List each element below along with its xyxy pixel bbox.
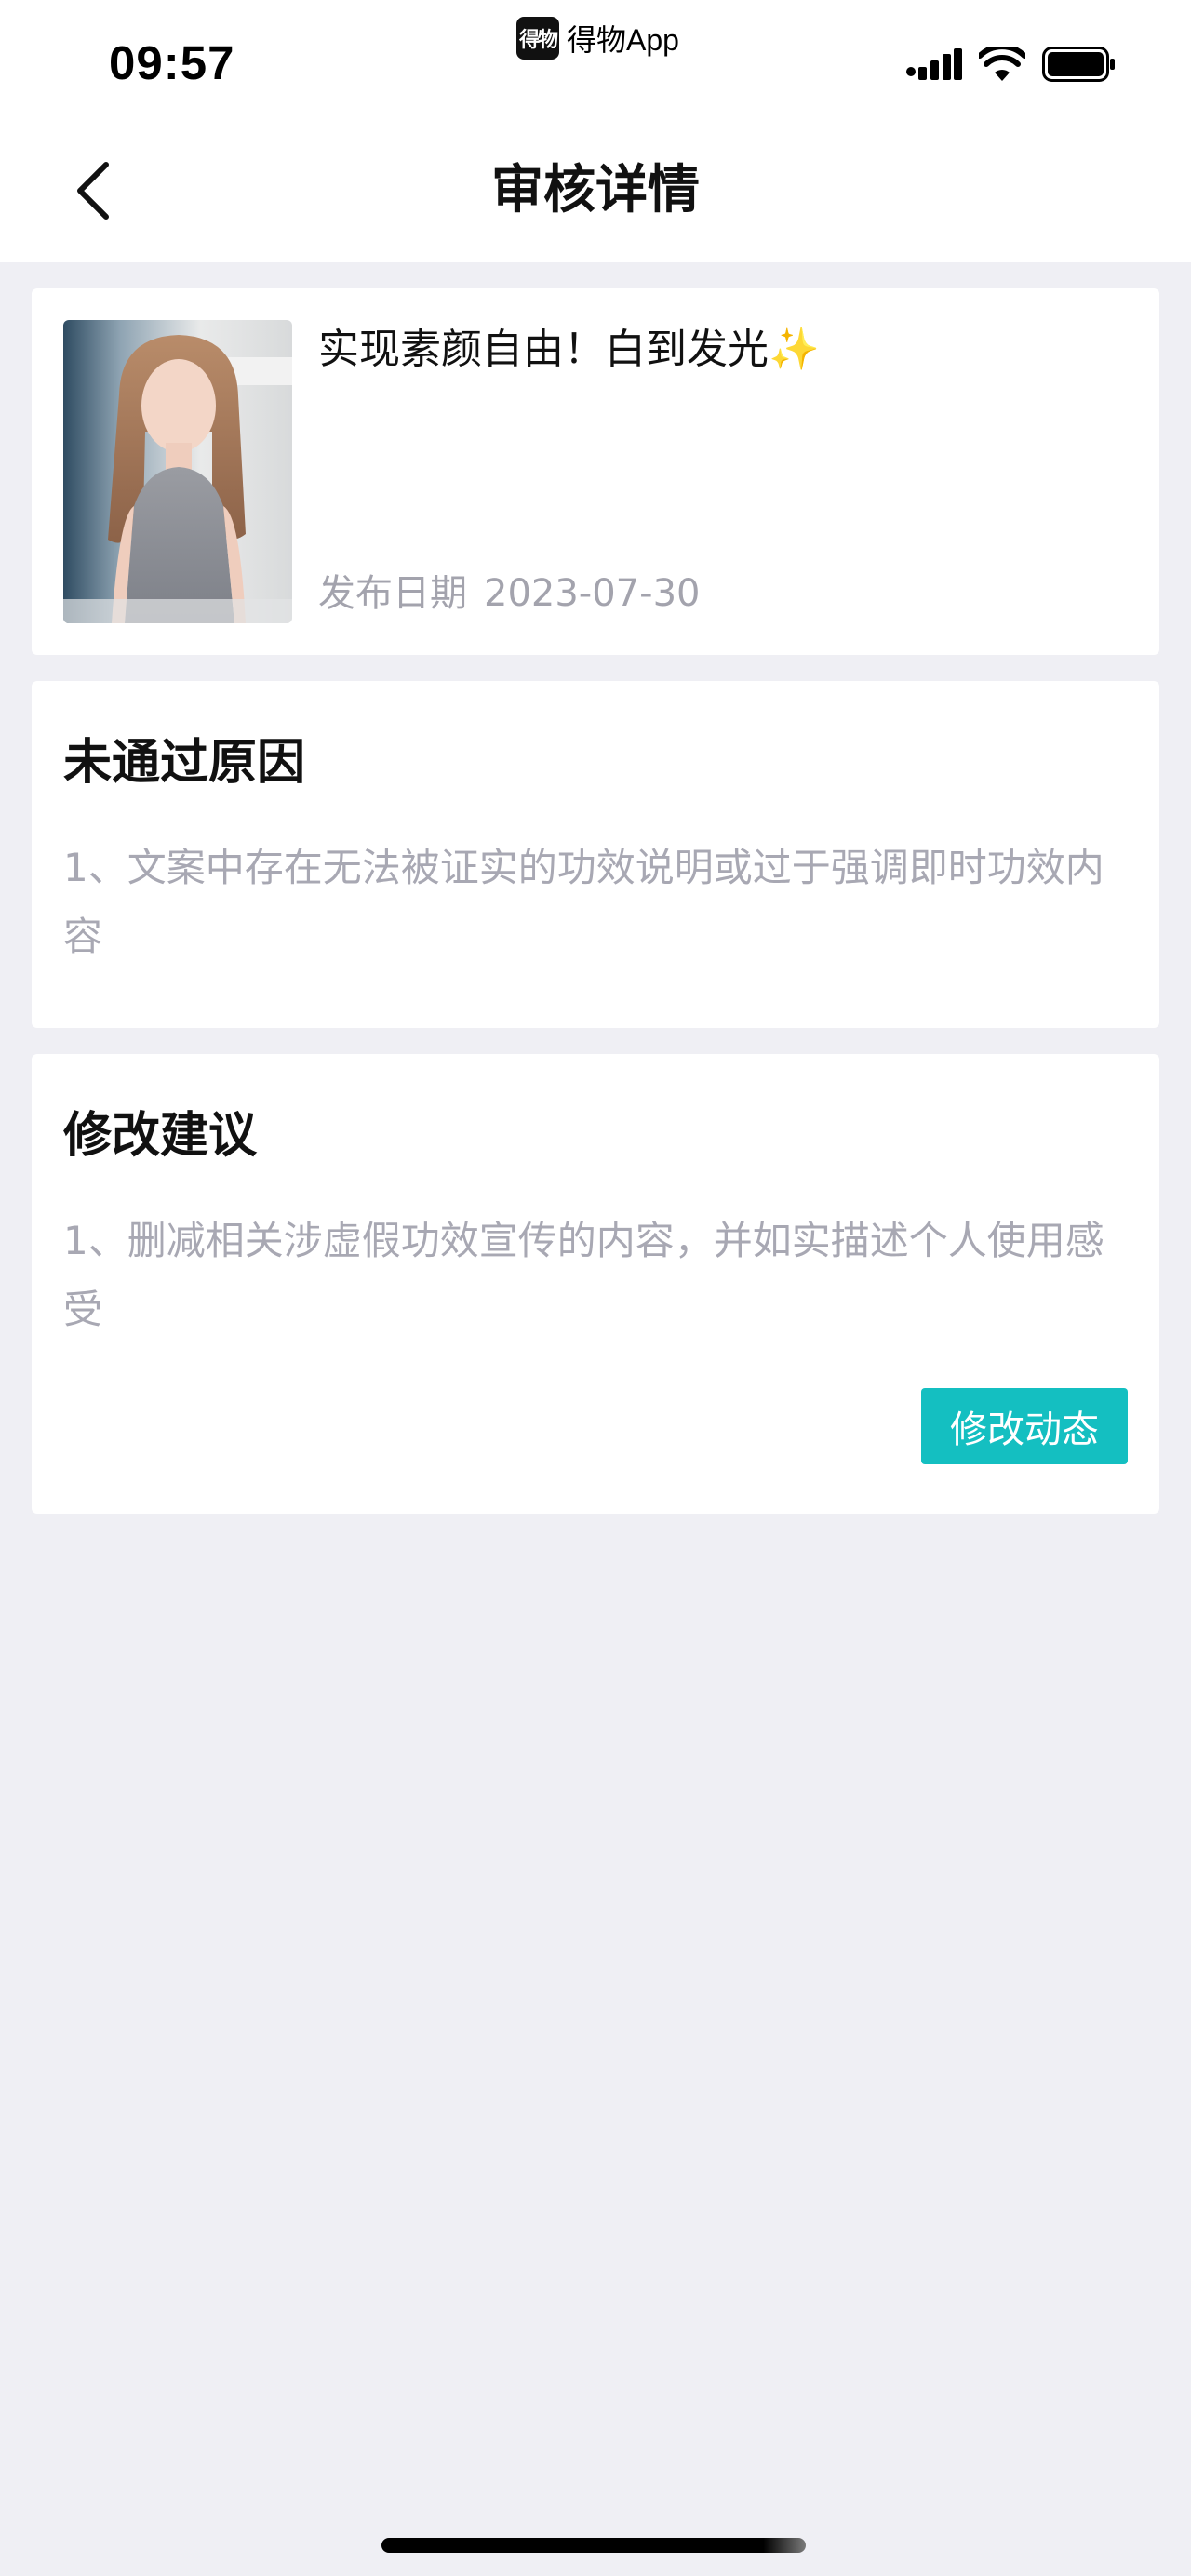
post-card[interactable]: 实现素颜自由！白到发光✨ 发布日期 2023-07-30 [32,288,1159,655]
wifi-icon [979,47,1025,81]
rejection-reason-text: 1、文案中存在无法被证实的功效说明或过于强调即时功效内容 [63,845,1104,959]
suggestion-card: 修改建议 1、删减相关涉虚假功效宣传的内容，并如实描述个人使用感受 修改动态 [32,1054,1159,1514]
suggestion-text: 1、删减相关涉虚假功效宣传的内容，并如实描述个人使用感受 [63,1218,1104,1332]
publish-date-value: 2023-07-30 [484,572,701,615]
cellular-signal-icon [906,48,962,80]
battery-icon [1042,47,1115,82]
publish-date-row: 发布日期 2023-07-30 [318,567,700,620]
header: 09:57 得物 得物App 审核详情 [0,0,1191,262]
post-title: 实现素颜自由！白到发光✨ [318,326,820,373]
app-name: 得物App [567,23,679,57]
status-time: 09:57 [109,36,235,89]
rejection-reason-card: 未通过原因 1、文案中存在无法被证实的功效说明或过于强调即时功效内容 [32,681,1159,1028]
post-thumbnail[interactable] [63,320,292,623]
edit-post-button[interactable]: 修改动态 [921,1388,1128,1464]
publish-date-label: 发布日期 [318,572,467,615]
page-title: 审核详情 [491,160,700,220]
status-icons [906,47,1117,82]
portrait-photo [63,320,292,623]
suggestion-title: 修改建议 [63,1108,258,1164]
home-indicator[interactable] [381,2538,806,2553]
app-logo-icon: 得物 [516,17,559,60]
rejection-reason-title: 未通过原因 [63,735,306,791]
app-indicator: 得物 得物App [516,17,679,60]
